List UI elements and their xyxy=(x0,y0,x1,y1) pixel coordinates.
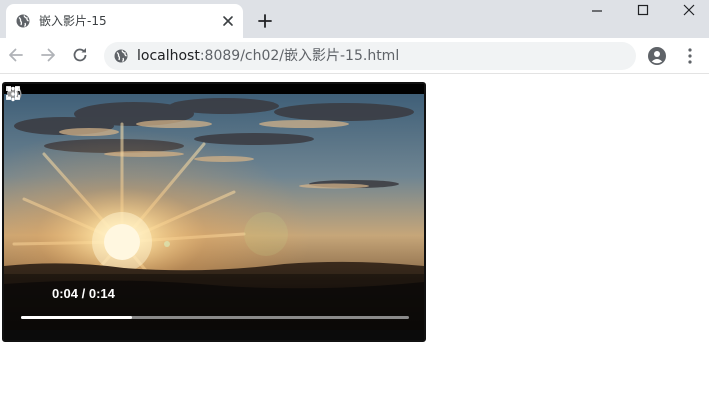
address-bar[interactable]: localhost:8089/ch02/嵌入影片-15.html xyxy=(104,42,636,70)
maximize-icon[interactable] xyxy=(634,2,652,18)
progress-bar-fill xyxy=(21,316,132,319)
forward-arrow-icon[interactable] xyxy=(38,45,58,65)
kebab-menu-icon[interactable] xyxy=(681,46,699,66)
url-host: localhost xyxy=(137,48,200,64)
time-display: 0:04 / 0:14 xyxy=(52,286,115,301)
progress-bar[interactable] xyxy=(21,316,409,319)
browser-tab[interactable]: 嵌入影片-15 xyxy=(6,4,243,38)
more-options-icon[interactable] xyxy=(4,84,22,104)
tab-title: 嵌入影片-15 xyxy=(39,14,107,28)
url-path: :8089/ch02/嵌入影片-15.html xyxy=(199,48,400,64)
url-text: localhost:8089/ch02/嵌入影片-15.html xyxy=(137,48,399,65)
window-close-icon[interactable] xyxy=(680,2,698,18)
globe-icon xyxy=(16,14,30,28)
back-arrow-icon[interactable] xyxy=(6,45,26,65)
tab-strip: 嵌入影片-15 xyxy=(0,0,709,38)
video-player[interactable]: 0:04 / 0:14 xyxy=(2,82,426,342)
new-tab-icon[interactable] xyxy=(256,12,274,30)
close-tab-icon[interactable] xyxy=(220,13,236,29)
site-info-globe-icon[interactable] xyxy=(114,49,128,63)
browser-toolbar: localhost:8089/ch02/嵌入影片-15.html xyxy=(0,38,709,74)
minimize-icon[interactable] xyxy=(588,4,606,18)
reload-icon[interactable] xyxy=(70,45,90,65)
profile-avatar-icon[interactable] xyxy=(647,46,667,66)
